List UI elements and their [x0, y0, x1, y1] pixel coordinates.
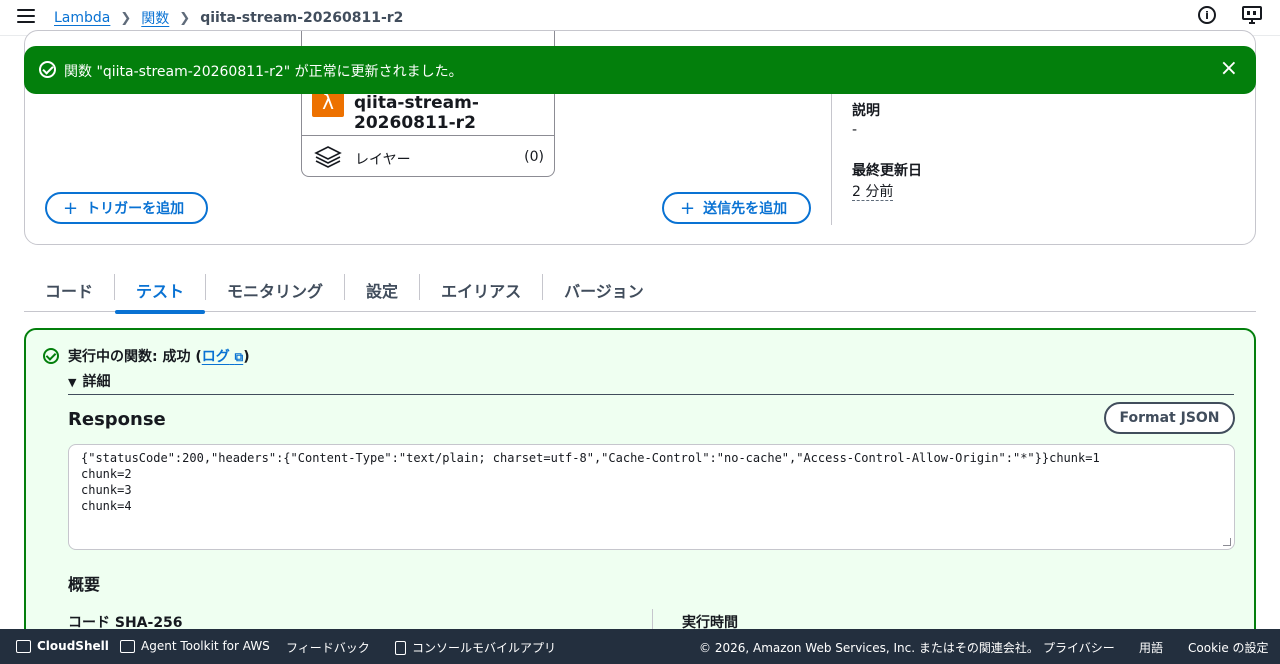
flash-message: 関数 "qiita-stream-20260811-r2" が正常に更新されまし… — [64, 64, 463, 80]
layers-icon — [314, 146, 342, 168]
mobile-icon — [395, 640, 406, 655]
console-footer: CloudShell Agent Toolkit for AWS フィードバック… — [0, 629, 1280, 664]
execution-result-panel: 実行中の関数: 成功 (ログ ⧉) ▼ 詳細 Response Format JS… — [24, 328, 1256, 648]
add-trigger-button[interactable]: + トリガーを追加 — [45, 192, 208, 224]
copyright: © 2026, Amazon Web Services, Inc. またはその関… — [699, 641, 1039, 655]
success-flash: 関数 "qiita-stream-20260811-r2" が正常に更新されまし… — [24, 46, 1256, 94]
terminal-icon — [16, 639, 31, 653]
breadcrumb: Lambda ❯ 関数 ❯ qiita-stream-20260811-r2 — [54, 8, 403, 28]
agent-toolkit-button[interactable]: Agent Toolkit for AWS — [120, 639, 270, 653]
description-value: - — [852, 122, 858, 138]
window-icon — [120, 639, 135, 653]
close-icon[interactable]: × — [1220, 58, 1238, 80]
chevron-right-icon: ❯ — [120, 10, 132, 26]
info-icon[interactable]: i — [1198, 6, 1216, 24]
summary-heading: 概要 — [68, 575, 101, 594]
log-link-label: ログ — [201, 349, 230, 365]
check-circle-icon — [43, 348, 59, 364]
breadcrumb-lambda[interactable]: Lambda — [54, 10, 110, 26]
function-name-line1: qiita-stream- — [354, 93, 479, 113]
tab-versions[interactable]: バージョン — [543, 268, 665, 312]
feedback-link[interactable]: フィードバック — [286, 639, 370, 656]
format-json-button[interactable]: Format JSON — [1104, 402, 1235, 434]
plus-icon: + — [63, 197, 79, 219]
check-circle-icon — [39, 61, 56, 78]
external-link-icon: ⧉ — [234, 350, 244, 364]
status-prefix: 実行中の関数: 成功 ( — [68, 349, 202, 365]
feedback-label: フィードバック — [286, 641, 370, 655]
status-suffix: ) — [243, 349, 250, 365]
divider — [68, 394, 1234, 395]
add-trigger-label: トリガーを追加 — [86, 201, 185, 217]
response-text: {"statusCode":200,"headers":{"Content-Ty… — [81, 451, 1100, 513]
terms-link[interactable]: 用語 — [1139, 639, 1163, 656]
execution-status: 実行中の関数: 成功 (ログ ⧉) — [68, 346, 250, 366]
caret-down-icon: ▼ — [68, 376, 77, 389]
tab-configuration[interactable]: 設定 — [345, 268, 419, 312]
layers-count: (0) — [524, 149, 544, 165]
tab-code[interactable]: コード — [24, 268, 114, 312]
function-name: qiita-stream- 20260811-r2 — [354, 93, 479, 133]
agent-toolkit-label: Agent Toolkit for AWS — [141, 639, 270, 653]
log-link[interactable]: ログ ⧉ — [202, 349, 243, 365]
cloudshell-label: CloudShell — [37, 639, 109, 653]
privacy-link[interactable]: プライバシー — [1043, 639, 1115, 656]
details-toggle[interactable]: ▼ 詳細 — [68, 371, 110, 391]
plus-icon: + — [680, 197, 696, 219]
resize-handle[interactable] — [1223, 538, 1231, 546]
menu-icon[interactable] — [17, 9, 35, 23]
add-destination-label: 送信先を追加 — [703, 201, 788, 217]
breadcrumb-current: qiita-stream-20260811-r2 — [200, 10, 404, 26]
tab-aliases[interactable]: エイリアス — [420, 268, 542, 312]
cookie-settings-link[interactable]: Cookie の設定 — [1188, 639, 1269, 656]
tab-test[interactable]: テスト — [115, 268, 206, 314]
mobile-app-link[interactable]: コンソールモバイルアプリ — [395, 639, 556, 656]
response-textarea[interactable]: {"statusCode":200,"headers":{"Content-Ty… — [68, 444, 1235, 550]
last-modified-label: 最終更新日 — [852, 163, 922, 179]
add-destination-button[interactable]: + 送信先を追加 — [662, 192, 811, 224]
mobile-app-label: コンソールモバイルアプリ — [412, 641, 557, 655]
tab-monitoring[interactable]: モニタリング — [206, 268, 344, 312]
response-heading: Response — [68, 409, 166, 430]
details-label: 詳細 — [82, 374, 111, 390]
description-label: 説明 — [852, 103, 880, 119]
chevron-right-icon: ❯ — [179, 10, 191, 26]
layers-label[interactable]: レイヤー — [355, 149, 411, 169]
breadcrumb-functions[interactable]: 関数 — [141, 8, 169, 28]
feedback-icon[interactable] — [1242, 6, 1262, 24]
last-modified-value[interactable]: 2 分前 — [852, 184, 894, 201]
function-name-line2: 20260811-r2 — [354, 113, 476, 133]
vertical-divider — [831, 91, 832, 225]
cloudshell-button[interactable]: CloudShell — [16, 639, 109, 653]
divider — [302, 135, 554, 136]
function-tabs: コード テスト モニタリング 設定 エイリアス バージョン — [24, 268, 1256, 314]
